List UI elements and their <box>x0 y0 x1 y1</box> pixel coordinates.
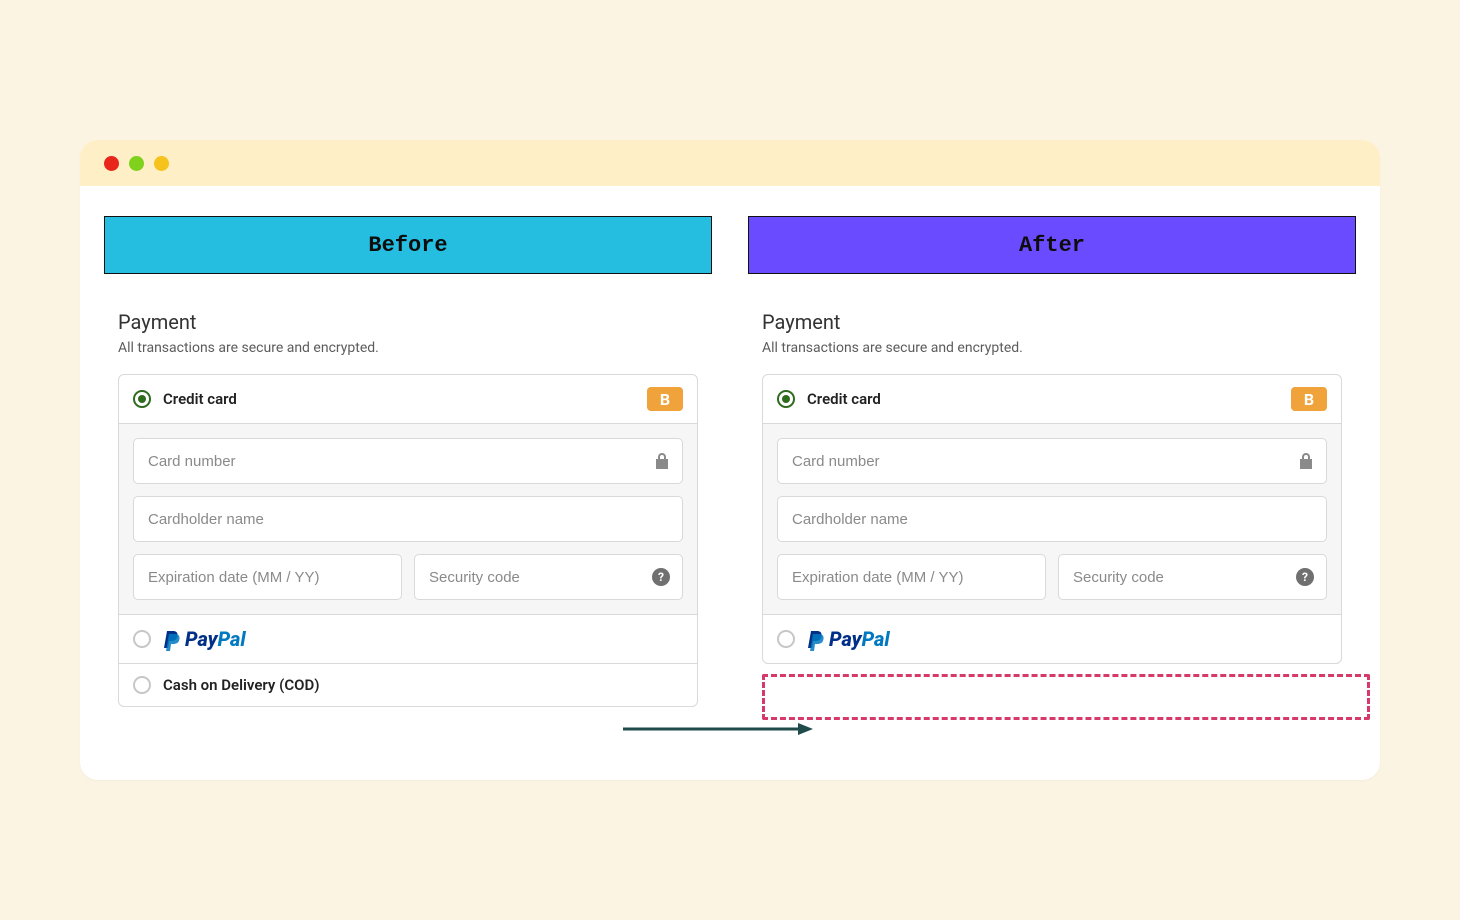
cvv-input[interactable] <box>429 569 668 586</box>
paypal-radio[interactable] <box>133 630 151 648</box>
paypal-logo: PayPal <box>163 627 246 651</box>
paypal-text-pay: Pay <box>829 627 862 651</box>
paypal-text-pay: Pay <box>185 627 218 651</box>
credit-card-radio[interactable] <box>777 390 795 408</box>
before-banner: Before <box>104 216 712 274</box>
svg-text:?: ? <box>1302 570 1308 584</box>
lock-icon <box>654 452 670 470</box>
expiry-input[interactable] <box>792 569 1031 586</box>
cvv-input[interactable] <box>1073 569 1312 586</box>
card-number-input[interactable] <box>148 453 668 470</box>
credit-card-option[interactable]: Credit card B <box>119 375 697 423</box>
payment-subtitle: All transactions are secure and encrypte… <box>118 340 712 356</box>
paypal-icon <box>163 629 181 649</box>
diff-arrow-icon <box>623 714 813 744</box>
card-brand-badge: B <box>1291 387 1327 411</box>
window-close-dot[interactable] <box>104 156 119 171</box>
card-brand-badge: B <box>647 387 683 411</box>
cardholder-field[interactable] <box>133 496 683 542</box>
cod-label: Cash on Delivery (COD) <box>163 676 320 694</box>
credit-card-option[interactable]: Credit card B <box>763 375 1341 423</box>
card-form: ? <box>119 423 697 614</box>
help-icon[interactable]: ? <box>1296 568 1314 586</box>
paypal-option[interactable]: PayPal <box>119 614 697 663</box>
cod-radio[interactable] <box>133 676 151 694</box>
card-number-field[interactable] <box>133 438 683 484</box>
credit-card-label: Credit card <box>807 390 881 408</box>
cvv-field[interactable]: ? <box>414 554 683 600</box>
paypal-text-pal: Pal <box>862 627 890 651</box>
window-zoom-dot[interactable] <box>154 156 169 171</box>
after-banner: After <box>748 216 1356 274</box>
cod-option[interactable]: Cash on Delivery (COD) <box>119 663 697 706</box>
after-column: After Payment All transactions are secur… <box>748 216 1356 720</box>
svg-text:?: ? <box>658 570 664 584</box>
card-number-input[interactable] <box>792 453 1312 470</box>
cardholder-field[interactable] <box>777 496 1327 542</box>
card-number-field[interactable] <box>777 438 1327 484</box>
content-area: Before Payment All transactions are secu… <box>80 186 1380 780</box>
cardholder-input[interactable] <box>148 511 668 528</box>
window-minimize-dot[interactable] <box>129 156 144 171</box>
window-titlebar <box>80 140 1380 186</box>
credit-card-label: Credit card <box>163 390 237 408</box>
payment-methods-card: Credit card B <box>762 374 1342 664</box>
expiry-input[interactable] <box>148 569 387 586</box>
expiry-field[interactable] <box>133 554 402 600</box>
paypal-icon <box>807 629 825 649</box>
before-column: Before Payment All transactions are secu… <box>104 216 712 720</box>
cardholder-input[interactable] <box>792 511 1312 528</box>
lock-icon <box>1298 452 1314 470</box>
payment-heading: Payment <box>762 310 1356 334</box>
removed-placeholder <box>762 674 1370 720</box>
paypal-text-pal: Pal <box>218 627 246 651</box>
payment-methods-card: Credit card B <box>118 374 698 707</box>
paypal-logo: PayPal <box>807 627 890 651</box>
payment-subtitle: All transactions are secure and encrypte… <box>762 340 1356 356</box>
card-form: ? <box>763 423 1341 614</box>
payment-heading: Payment <box>118 310 712 334</box>
help-icon[interactable]: ? <box>652 568 670 586</box>
paypal-option[interactable]: PayPal <box>763 614 1341 663</box>
credit-card-radio[interactable] <box>133 390 151 408</box>
paypal-radio[interactable] <box>777 630 795 648</box>
expiry-field[interactable] <box>777 554 1046 600</box>
cvv-field[interactable]: ? <box>1058 554 1327 600</box>
browser-window: Before Payment All transactions are secu… <box>80 140 1380 780</box>
